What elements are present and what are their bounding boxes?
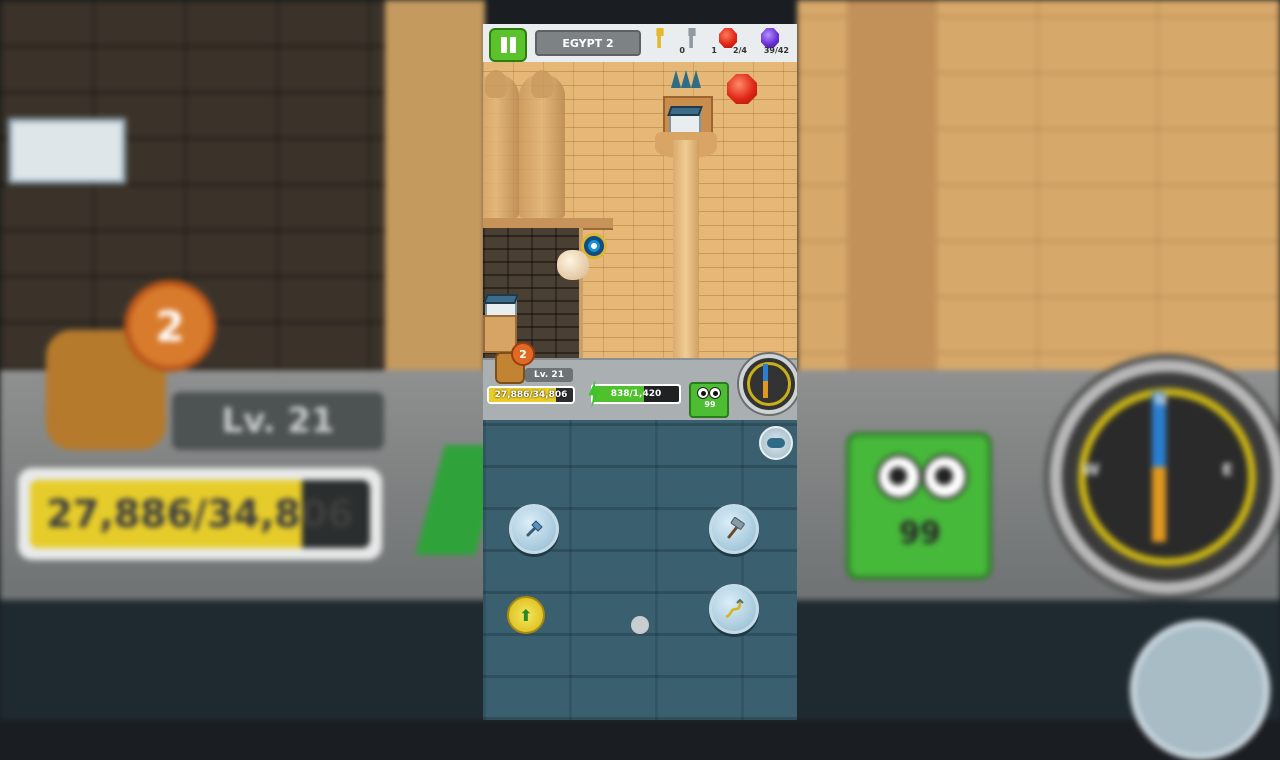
backdrop-eyes-box: 99 <box>846 432 992 580</box>
red-gem-count: 2/4 <box>732 46 747 55</box>
energy-bar: 838/1,420 <box>591 384 681 404</box>
anubis-statue <box>519 70 565 218</box>
pause-button[interactable] <box>489 28 527 62</box>
backdrop-xp-bar: 27,886/34,806 <box>18 468 382 560</box>
spikes-icon <box>671 70 701 92</box>
stone-pillar <box>673 140 699 380</box>
grapple-hook-button[interactable] <box>709 584 759 634</box>
eyes-shop-button[interactable]: 99 <box>689 382 729 418</box>
compass-button[interactable] <box>739 354 797 414</box>
backdrop-compass-w: W <box>1082 460 1100 479</box>
purple-gem-counter: 39/42 <box>757 26 789 60</box>
gem-count: 99 <box>704 400 716 409</box>
backdrop-compass-icon: N W E <box>1050 360 1280 594</box>
touch-indicator <box>631 616 649 634</box>
xp-text: 27,886/34,806 <box>494 390 568 400</box>
game-frame: EGYPT 2 0 1 2/4 39/42 2 Lv. 21 27,886/34… <box>483 24 797 720</box>
level-label: Lv. 21 <box>525 368 573 382</box>
backdrop-gamepad-icon <box>1130 620 1270 760</box>
up-arrow-icon: ⬆ <box>519 605 533 625</box>
xp-bar: 27,886/34,806 <box>487 386 575 404</box>
shovel-icon <box>526 520 543 537</box>
gold-key-counter: 0 <box>647 26 685 60</box>
backdrop-compass-e: E <box>1222 460 1233 479</box>
purple-gem-icon <box>761 28 779 48</box>
shovel-button[interactable] <box>509 504 559 554</box>
backdrop-sandstone-wall <box>797 0 1280 410</box>
hammer-icon <box>727 517 745 539</box>
red-gem-icon <box>719 28 737 48</box>
bottom-hud: 2 Lv. 21 27,886/34,806 838/1,420 99 <box>483 342 797 422</box>
backdrop-backpack-badge: 2 <box>124 280 216 372</box>
game-scene[interactable] <box>483 60 797 380</box>
gamepad-icon <box>767 438 785 448</box>
eye-icon <box>697 387 709 399</box>
backdrop-gem-count: 99 <box>899 516 941 551</box>
up-arrow-button[interactable]: ⬆ <box>507 596 545 634</box>
silver-key-icon <box>688 28 696 48</box>
compass-needle-icon <box>763 364 768 398</box>
anubis-statue <box>483 70 519 218</box>
red-gem-counter: 2/4 <box>715 26 747 60</box>
level-name: EGYPT 2 <box>535 30 641 56</box>
treasure-chest-icon[interactable] <box>669 112 701 134</box>
silver-key-counter: 1 <box>679 26 717 60</box>
backdrop-level-label: Lv. 21 <box>172 392 384 450</box>
purple-gem-count: 39/42 <box>763 46 789 55</box>
grapple-hook-icon <box>725 598 744 619</box>
backpack-badge: 2 <box>511 342 535 366</box>
backdrop-sand-wall <box>385 0 485 410</box>
hammer-button[interactable] <box>709 504 759 554</box>
controls-area[interactable]: ⬆ <box>483 420 797 720</box>
eye-icon <box>709 387 721 399</box>
backdrop-xp-text: 27,886/34,806 <box>46 492 354 536</box>
energy-text: 838/1,420 <box>610 389 662 399</box>
top-bar: EGYPT 2 0 1 2/4 39/42 <box>483 24 797 62</box>
backdrop-chest <box>8 118 126 184</box>
gold-key-icon <box>656 28 664 48</box>
clay-pot-icon[interactable] <box>557 250 589 280</box>
backdrop-compass-n: N <box>1154 390 1168 409</box>
gamepad-button[interactable] <box>759 426 793 460</box>
red-gem-icon[interactable] <box>727 74 757 104</box>
